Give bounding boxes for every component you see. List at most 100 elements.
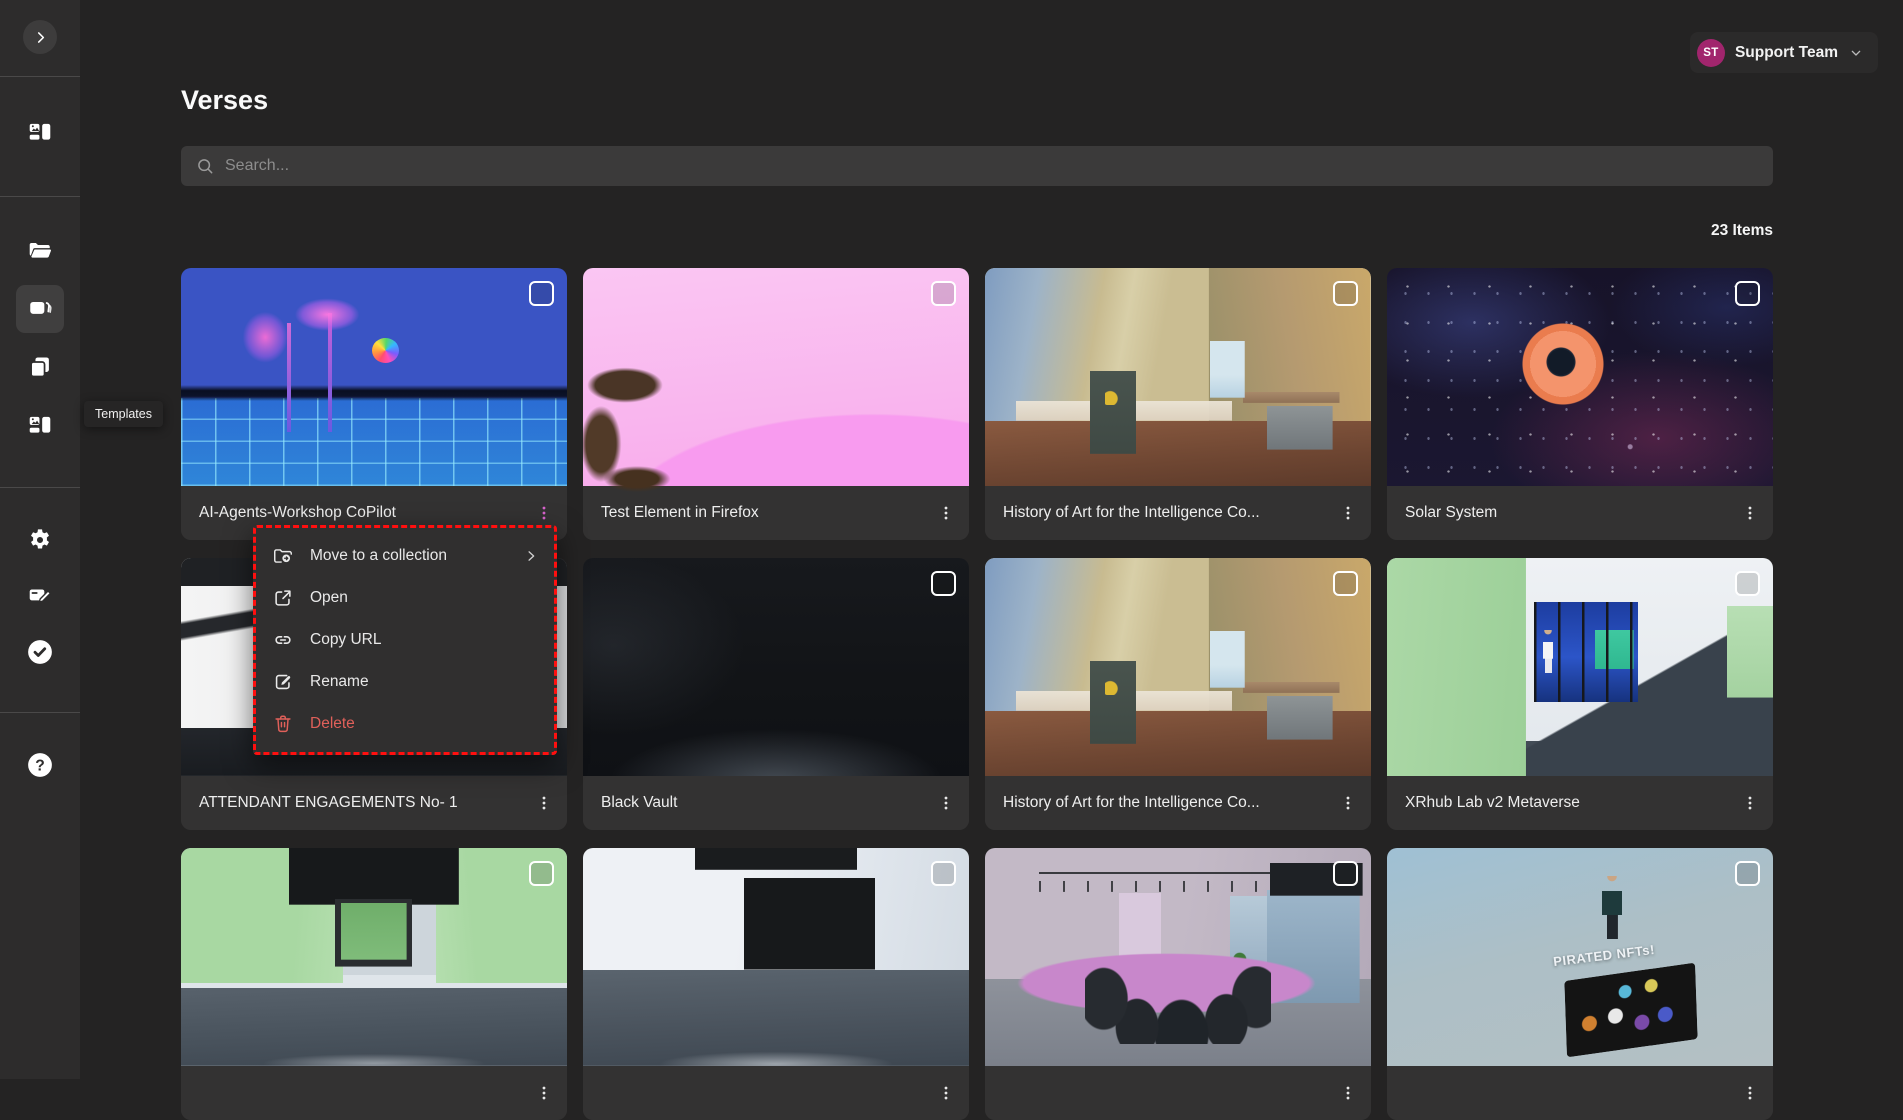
sidebar-nav-tools — [0, 516, 80, 684]
search-bar[interactable] — [181, 146, 1773, 186]
select-checkbox[interactable] — [1735, 281, 1760, 306]
verse-title: Test Element in Firefox — [601, 504, 929, 522]
kebab-menu-button[interactable] — [1733, 496, 1767, 530]
verse-thumbnail[interactable] — [583, 848, 969, 1066]
verse-card[interactable]: PIRATED NFTs! — [1387, 848, 1773, 1120]
kebab-menu-button[interactable] — [1331, 496, 1365, 530]
sidebar-item-elements[interactable] — [16, 343, 64, 391]
search-icon — [195, 156, 215, 176]
select-checkbox[interactable] — [931, 571, 956, 596]
sidebar-item-approvals[interactable] — [16, 628, 64, 676]
sidebar-item-verses[interactable] — [16, 285, 64, 333]
kebab-menu-button[interactable] — [527, 786, 561, 820]
card-title-bar — [181, 1066, 567, 1120]
verse-title: History of Art for the Intelligence Co..… — [1003, 794, 1331, 812]
select-checkbox[interactable] — [1333, 281, 1358, 306]
verse-card[interactable]: AI-Agents-Workshop CoPilot — [181, 268, 567, 540]
verse-card[interactable]: Black Vault — [583, 558, 969, 830]
kebab-menu-button[interactable] — [929, 786, 963, 820]
select-checkbox[interactable] — [1333, 861, 1358, 886]
menu-item-rename[interactable]: Rename — [256, 661, 554, 703]
verse-thumbnail[interactable] — [985, 848, 1371, 1066]
dashboard-icon — [27, 119, 53, 145]
verse-thumbnail[interactable] — [181, 848, 567, 1066]
verse-card[interactable]: XRhub Lab v2 Metaverse — [1387, 558, 1773, 830]
search-input[interactable] — [225, 157, 1759, 175]
verse-title: Black Vault — [601, 794, 929, 812]
verse-thumbnail[interactable] — [1387, 268, 1773, 486]
verse-card[interactable] — [181, 848, 567, 1120]
sidebar-item-settings[interactable] — [16, 516, 64, 564]
question-circle-icon: ? — [25, 750, 55, 780]
verse-card[interactable] — [583, 848, 969, 1120]
select-checkbox[interactable] — [1735, 861, 1760, 886]
menu-item-copy-url[interactable]: Copy URL — [256, 619, 554, 661]
kebab-menu-button[interactable] — [929, 496, 963, 530]
verse-thumbnail[interactable] — [583, 268, 969, 486]
select-checkbox[interactable] — [1735, 571, 1760, 596]
verse-card[interactable]: History of Art for the Intelligence Co..… — [985, 268, 1371, 540]
verse-title: XRhub Lab v2 Metaverse — [1405, 794, 1733, 812]
sidebar-item-templates[interactable] — [16, 401, 64, 449]
card-title-bar — [583, 1066, 969, 1120]
chevron-down-icon — [1848, 45, 1864, 61]
sidebar-toggle-button[interactable] — [23, 20, 57, 54]
link-icon — [272, 629, 294, 651]
menu-item-move-to-a-collection[interactable]: Move to a collection — [256, 535, 554, 577]
check-circle-icon — [25, 637, 55, 667]
kebab-menu-button[interactable] — [929, 1076, 963, 1110]
templates-tooltip: Templates — [84, 401, 163, 427]
kebab-menu-button[interactable] — [527, 1076, 561, 1110]
verse-thumbnail[interactable]: PIRATED NFTs! — [1387, 848, 1773, 1066]
sidebar-item-help[interactable]: ? — [16, 741, 64, 789]
menu-item-label: Rename — [310, 673, 369, 691]
select-checkbox[interactable] — [529, 281, 554, 306]
verse-thumbnail[interactable] — [583, 558, 969, 776]
divider — [0, 196, 80, 197]
verse-title: ATTENDANT ENGAGEMENTS No- 1 — [199, 794, 527, 812]
card-title-bar: ATTENDANT ENGAGEMENTS No- 1 — [181, 776, 567, 830]
sidebar: ? — [0, 0, 80, 1079]
card-title-bar — [1387, 1066, 1773, 1120]
select-checkbox[interactable] — [529, 861, 554, 886]
kebab-menu-button[interactable] — [1331, 786, 1365, 820]
menu-item-label: Move to a collection — [310, 547, 447, 565]
sidebar-item-projects[interactable] — [16, 227, 64, 275]
kebab-menu-button[interactable] — [1733, 786, 1767, 820]
divider — [0, 487, 80, 488]
kebab-menu-button[interactable] — [1733, 1076, 1767, 1110]
user-menu-button[interactable]: ST Support Team — [1690, 32, 1878, 73]
open-external-icon — [272, 587, 294, 609]
menu-item-delete[interactable]: Delete — [256, 703, 554, 745]
rename-icon — [272, 671, 294, 693]
verse-card[interactable] — [985, 848, 1371, 1120]
sidebar-nav-content — [0, 227, 80, 459]
select-checkbox[interactable] — [1333, 571, 1358, 596]
verse-card[interactable]: Solar System — [1387, 268, 1773, 540]
card-title-bar: XRhub Lab v2 Metaverse — [1387, 776, 1773, 830]
verse-thumbnail[interactable] — [985, 558, 1371, 776]
verse-thumbnail[interactable] — [1387, 558, 1773, 776]
verse-title: History of Art for the Intelligence Co..… — [1003, 504, 1331, 522]
verse-card[interactable]: Test Element in Firefox — [583, 268, 969, 540]
kebab-menu-button[interactable] — [1331, 1076, 1365, 1110]
trash-icon — [272, 713, 294, 735]
select-checkbox[interactable] — [931, 861, 956, 886]
page-title: Verses — [181, 84, 1773, 116]
sidebar-nav-primary — [0, 108, 80, 166]
svg-text:?: ? — [35, 758, 45, 775]
avatar: ST — [1697, 39, 1725, 67]
card-title-bar: History of Art for the Intelligence Co..… — [985, 486, 1371, 540]
menu-item-open[interactable]: Open — [256, 577, 554, 619]
sidebar-item-dashboard[interactable] — [16, 108, 64, 156]
select-checkbox[interactable] — [931, 281, 956, 306]
sidebar-item-feedback[interactable] — [16, 572, 64, 620]
verse-thumbnail[interactable] — [985, 268, 1371, 486]
menu-item-label: Copy URL — [310, 631, 382, 649]
chevron-right-icon — [522, 547, 540, 565]
gear-icon — [27, 527, 53, 553]
verse-thumbnail[interactable] — [181, 268, 567, 486]
folder-move-icon — [272, 545, 294, 567]
verse-card[interactable]: History of Art for the Intelligence Co..… — [985, 558, 1371, 830]
templates-icon — [27, 412, 53, 438]
